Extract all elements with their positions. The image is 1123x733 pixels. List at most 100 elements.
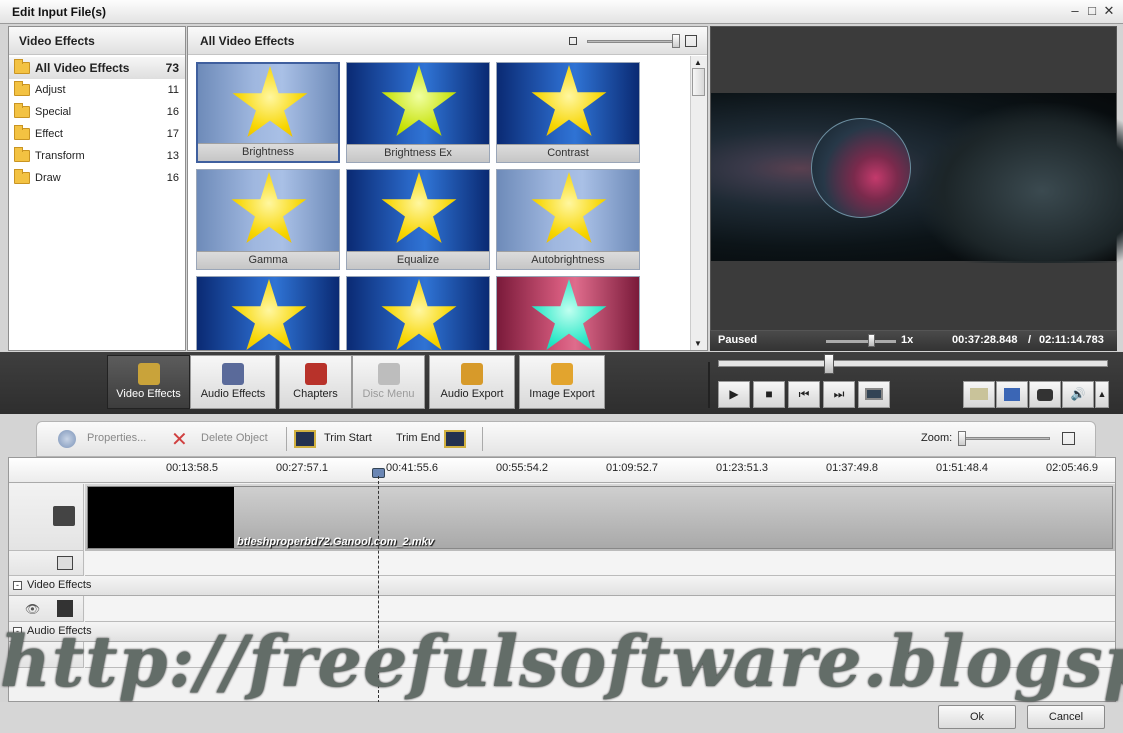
volume-dropdown[interactable]: ▲ bbox=[1095, 381, 1109, 408]
delete-object-button[interactable]: Delete Object bbox=[201, 432, 268, 444]
scroll-down-icon[interactable]: ▼ bbox=[694, 339, 702, 348]
speed-thumb[interactable] bbox=[868, 334, 875, 347]
video-preview bbox=[710, 26, 1123, 331]
speed-slider[interactable] bbox=[826, 340, 896, 343]
video-clip[interactable]: btleshproperbd72.Ganool.com_2.mkv bbox=[87, 486, 1113, 549]
effect-brightness-ex[interactable]: Brightness Ex bbox=[346, 62, 490, 163]
video-effects-group[interactable]: - Video Effects bbox=[9, 576, 1115, 596]
mode-toolbar: Video Effects Audio Effects Chapters Dis… bbox=[0, 352, 1123, 414]
seek-thumb[interactable] bbox=[824, 354, 834, 374]
trim-start-icon bbox=[294, 430, 316, 448]
play-button[interactable]: ▶ bbox=[718, 381, 750, 408]
previous-frame-button[interactable]: ⏮ bbox=[788, 381, 820, 408]
category-transform[interactable]: Transform 13 bbox=[9, 145, 185, 167]
effects-panel: All Video Effects Brightness Brightness … bbox=[187, 26, 708, 351]
ruler-tick: 01:37:49.8 bbox=[826, 462, 878, 474]
minimize-icon[interactable]: – bbox=[1067, 3, 1083, 19]
folder-icon bbox=[14, 59, 30, 74]
video-track: btleshproperbd72.Ganool.com_2.mkv bbox=[85, 484, 1115, 551]
effect-equalize[interactable]: Equalize bbox=[346, 169, 490, 270]
star-icon bbox=[531, 279, 607, 350]
timeline-ruler[interactable]: 00:13:58.5 00:27:57.1 00:41:55.6 00:55:5… bbox=[9, 458, 1115, 483]
effect-thumbnail[interactable] bbox=[346, 276, 490, 350]
audio-effects-track-header bbox=[9, 642, 84, 668]
small-size-icon bbox=[569, 37, 577, 45]
audio-export-icon bbox=[461, 363, 483, 385]
star-icon bbox=[531, 65, 607, 136]
snapshot-button[interactable] bbox=[1029, 381, 1061, 408]
scroll-thumb[interactable] bbox=[692, 68, 705, 96]
effect-gamma[interactable]: Gamma bbox=[196, 169, 340, 270]
audio-effects-group[interactable]: - Audio Effects bbox=[9, 622, 1115, 642]
star-icon bbox=[381, 279, 457, 350]
playback-status: Paused bbox=[718, 334, 758, 346]
folder-icon bbox=[14, 147, 30, 162]
ruler-tick: 01:23:51.3 bbox=[716, 462, 768, 474]
image-export-tab[interactable]: Image Export bbox=[519, 355, 605, 409]
effect-brightness[interactable]: Brightness bbox=[196, 62, 340, 163]
category-all-video-effects[interactable]: All Video Effects 73 bbox=[9, 57, 185, 79]
video-effects-track bbox=[85, 596, 1115, 622]
properties-button[interactable]: Properties... bbox=[87, 432, 146, 444]
category-draw[interactable]: Draw 16 bbox=[9, 167, 185, 189]
zoom-label: Zoom: bbox=[921, 432, 953, 444]
chapters-tab[interactable]: Chapters bbox=[279, 355, 352, 409]
disc-menu-icon bbox=[377, 363, 400, 385]
zoom-thumb[interactable] bbox=[958, 431, 966, 446]
trim-start-button[interactable]: Trim Start bbox=[324, 432, 372, 444]
star-icon bbox=[232, 66, 308, 137]
category-adjust[interactable]: Adjust 11 bbox=[9, 79, 185, 101]
category-effect[interactable]: Effect 17 bbox=[9, 123, 185, 145]
scroll-up-icon[interactable]: ▲ bbox=[694, 58, 702, 67]
clip-name: btleshproperbd72.Ganool.com_2.mkv bbox=[237, 536, 434, 548]
next-frame-button[interactable]: ⏭ bbox=[823, 381, 855, 408]
category-special[interactable]: Special 16 bbox=[9, 101, 185, 123]
large-size-icon bbox=[685, 35, 697, 47]
cancel-button[interactable]: Cancel bbox=[1027, 705, 1105, 729]
collapse-icon[interactable]: - bbox=[13, 581, 22, 590]
effects-scrollbar[interactable]: ▲ ▼ bbox=[690, 56, 707, 350]
star-icon bbox=[381, 172, 457, 243]
collapse-icon[interactable]: - bbox=[13, 627, 22, 636]
fullscreen-button[interactable] bbox=[996, 381, 1028, 408]
chapters-icon bbox=[304, 363, 327, 385]
effect-thumbnail[interactable] bbox=[496, 276, 640, 350]
folder-icon bbox=[14, 81, 30, 96]
categories-header: Video Effects bbox=[9, 27, 185, 55]
trim-end-button[interactable]: Trim End bbox=[396, 432, 440, 444]
disc-menu-tab[interactable]: Disc Menu bbox=[352, 355, 425, 409]
title-bar: Edit Input File(s) – □ ✕ bbox=[0, 0, 1123, 24]
player-status-bar: Paused 1x 00:37:28.848 / 02:11:14.783 bbox=[710, 331, 1117, 351]
ruler-tick: 00:55:54.2 bbox=[496, 462, 548, 474]
gear-icon bbox=[58, 430, 76, 448]
maximize-icon[interactable]: □ bbox=[1084, 3, 1100, 19]
filmstrip-button[interactable] bbox=[858, 381, 890, 408]
zoom-slider[interactable] bbox=[958, 437, 1050, 440]
window-title: Edit Input File(s) bbox=[12, 5, 106, 19]
categories-panel: Video Effects All Video Effects 73 Adjust… bbox=[8, 26, 186, 351]
video-effects-tab[interactable]: Video Effects bbox=[107, 355, 190, 409]
star-icon bbox=[531, 172, 607, 243]
edit-toolbar: Properties... ✕ Delete Object Trim Start… bbox=[8, 421, 1116, 457]
effect-contrast[interactable]: Contrast bbox=[496, 62, 640, 163]
close-icon[interactable]: ✕ bbox=[1101, 3, 1117, 19]
fit-icon[interactable] bbox=[1062, 432, 1075, 445]
slider-thumb[interactable] bbox=[672, 34, 680, 48]
star-icon bbox=[231, 279, 307, 350]
ok-button[interactable]: Ok bbox=[938, 705, 1016, 729]
preview-image bbox=[811, 118, 911, 218]
audio-export-tab[interactable]: Audio Export bbox=[429, 355, 515, 409]
audio-track bbox=[85, 551, 1115, 576]
seek-bar[interactable] bbox=[718, 360, 1108, 367]
effect-autobrightness[interactable]: Autobrightness bbox=[496, 169, 640, 270]
aspect-button[interactable] bbox=[963, 381, 995, 408]
timeline: 00:13:58.5 00:27:57.1 00:41:55.6 00:55:5… bbox=[8, 457, 1116, 703]
stop-button[interactable]: ■ bbox=[753, 381, 785, 408]
eye-icon[interactable]: 👁 bbox=[25, 602, 40, 616]
volume-button[interactable]: 🔊 bbox=[1062, 381, 1094, 408]
thumbnail-size-slider[interactable] bbox=[569, 34, 699, 48]
effect-thumbnail[interactable] bbox=[196, 276, 340, 350]
audio-effects-icon bbox=[222, 363, 244, 385]
audio-effects-tab[interactable]: Audio Effects bbox=[190, 355, 276, 409]
folder-icon bbox=[14, 169, 30, 184]
